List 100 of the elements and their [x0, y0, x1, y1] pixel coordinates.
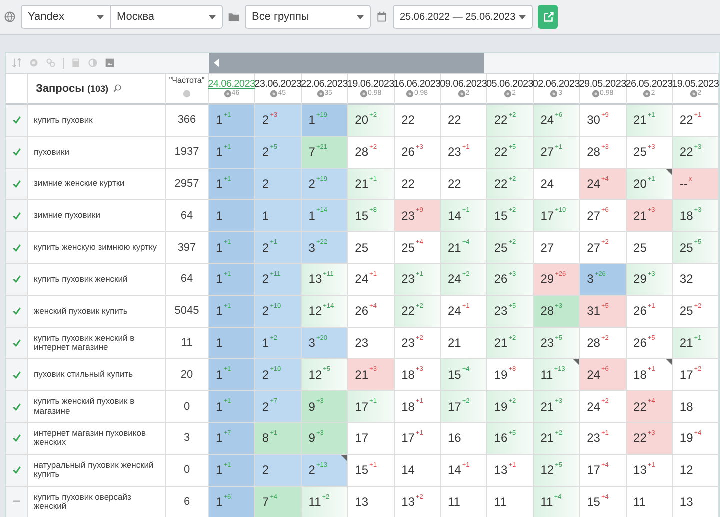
date-header[interactable]: 09.06.2023 [440, 79, 488, 90]
date-header[interactable]: 29.05.2023 [579, 79, 626, 90]
position-change: +2 [508, 398, 516, 406]
position-cell: 1$^{+1}$ [209, 168, 256, 200]
check-icon[interactable] [12, 210, 22, 221]
query-text: интернет магазин пуховиков женских [34, 429, 147, 448]
frequency-value: 366 [178, 114, 196, 126]
position-cell: 1$^{+1}$ [209, 264, 256, 296]
contrast-icon[interactable] [88, 58, 98, 68]
position-cell: 23$^{+2}$ [394, 328, 441, 360]
date-header[interactable]: 05.06.2023 [486, 79, 534, 90]
position-cell: 17 [348, 422, 395, 455]
position-change: +4 [416, 239, 424, 246]
check-icon[interactable] [12, 306, 22, 316]
position-cell: 1$^{+1}$ [209, 391, 256, 423]
search-icon[interactable] [112, 84, 122, 93]
date-header[interactable]: 26.05.2023 [626, 79, 673, 90]
frequency-value: 2957 [174, 178, 200, 190]
position-change: +4 [601, 494, 609, 501]
position-change: +1 [370, 462, 377, 469]
position-change: +4 [694, 430, 702, 437]
position-change: +2 [416, 494, 424, 501]
position-change: +19 [316, 176, 328, 183]
query-text: зимние пуховики [34, 211, 100, 220]
position-cell: 14$^{+1}$ [440, 454, 488, 487]
check-icon[interactable] [12, 370, 22, 380]
date-metric: 0.98 [368, 90, 382, 97]
check-icon[interactable] [12, 147, 22, 158]
position-cell: 1$^{+1}$ [209, 232, 256, 264]
query-text: пуховик стильный купить [34, 370, 134, 380]
column-header: Запросы (103) [36, 82, 109, 94]
arrow-left-icon[interactable] [214, 59, 219, 67]
position-cell: 21$^{+3}$ [626, 200, 673, 232]
engine-select[interactable]: Yandex [21, 5, 111, 29]
position-change: +3 [648, 270, 656, 278]
check-icon[interactable] [12, 465, 22, 476]
region-select[interactable]: Москва [111, 5, 223, 29]
position-cell: 21$^{+3}$ [534, 391, 580, 423]
position-cell: 14$^{+1}$ [440, 200, 488, 232]
position-change: +5 [555, 462, 563, 469]
date-header[interactable]: 22.06.2023 [300, 79, 348, 90]
position-change: +8 [370, 207, 377, 214]
query-text: купить женский пуховик в магазине [34, 397, 136, 416]
position-cell: 2$^{+11}$ [255, 264, 302, 296]
position-change: +1 [648, 366, 656, 374]
query-text: купить пуховик женский [34, 274, 128, 284]
image-icon[interactable] [105, 58, 115, 68]
position-change: +5 [508, 302, 516, 310]
calendar-icon [376, 11, 388, 23]
position-change: +2 [601, 334, 609, 342]
position-change: +5 [601, 302, 609, 310]
position-cell: 12$^{+14}$ [302, 296, 348, 328]
caret-icon [209, 14, 216, 20]
position-cell: 12$^{+5}$ [302, 359, 348, 392]
position-change: +3 [555, 302, 563, 310]
position-change: +1 [224, 302, 232, 310]
position-change: +2 [508, 176, 516, 183]
date-metric: 45 [278, 90, 286, 97]
position-cell: 1 [209, 200, 256, 232]
position-cell: 1$^{+6}$ [209, 486, 256, 517]
check-icon[interactable] [12, 433, 22, 444]
check-icon[interactable] [12, 178, 22, 189]
position-cell: 28$^{+3}$ [534, 296, 580, 328]
position-change: +3 [694, 144, 702, 151]
check-icon[interactable] [12, 338, 22, 348]
dash-icon[interactable] [13, 500, 20, 504]
position-change: +4 [554, 494, 562, 501]
position-cell: 21$^{+2}$ [534, 422, 580, 455]
check-icon[interactable] [12, 274, 22, 284]
position-cell: 18$^{+3}$ [672, 200, 720, 232]
link-icon[interactable] [46, 58, 56, 68]
position-change: +26 [555, 270, 566, 278]
calculator-icon[interactable] [71, 58, 81, 68]
position-cell: 26$^{+1}$ [626, 296, 673, 328]
position-cell: 20$^{+2}$ [348, 105, 395, 137]
column-header: "Частота" [169, 76, 205, 85]
check-icon[interactable] [12, 115, 22, 126]
position-cell: 2$^{+1}$ [255, 232, 302, 264]
date-header[interactable]: 19.06.2023 [347, 79, 394, 90]
position-change: +1 [508, 462, 516, 469]
date-header[interactable]: 19.05.2023 [672, 79, 720, 90]
date-header[interactable]: 16.06.2023 [394, 79, 441, 90]
position-change: +1 [370, 398, 377, 406]
target-icon[interactable] [29, 58, 39, 68]
scrollbar[interactable] [209, 53, 484, 73]
position-cell: 11$^{+4}$ [534, 486, 580, 517]
position-cell: 24$^{+6}$ [534, 105, 580, 137]
period-select[interactable]: 25.06.2022 — 25.06.2023 [393, 5, 533, 29]
position-change: +1 [224, 270, 232, 278]
export-button[interactable] [538, 5, 558, 29]
check-icon[interactable] [12, 402, 22, 412]
check-icon[interactable] [12, 242, 22, 253]
position-cell: 1$^{+1}$ [209, 359, 256, 392]
date-metric: 2 [512, 90, 516, 97]
date-header[interactable]: 23.06.2023 [254, 79, 302, 90]
position-cell: 1$^{+1}$ [209, 136, 256, 169]
position-change: +2 [555, 430, 563, 437]
date-header[interactable]: 02.06.2023 [532, 79, 580, 90]
group-select[interactable]: Все группы [245, 5, 371, 29]
sort-icon[interactable] [12, 58, 22, 68]
